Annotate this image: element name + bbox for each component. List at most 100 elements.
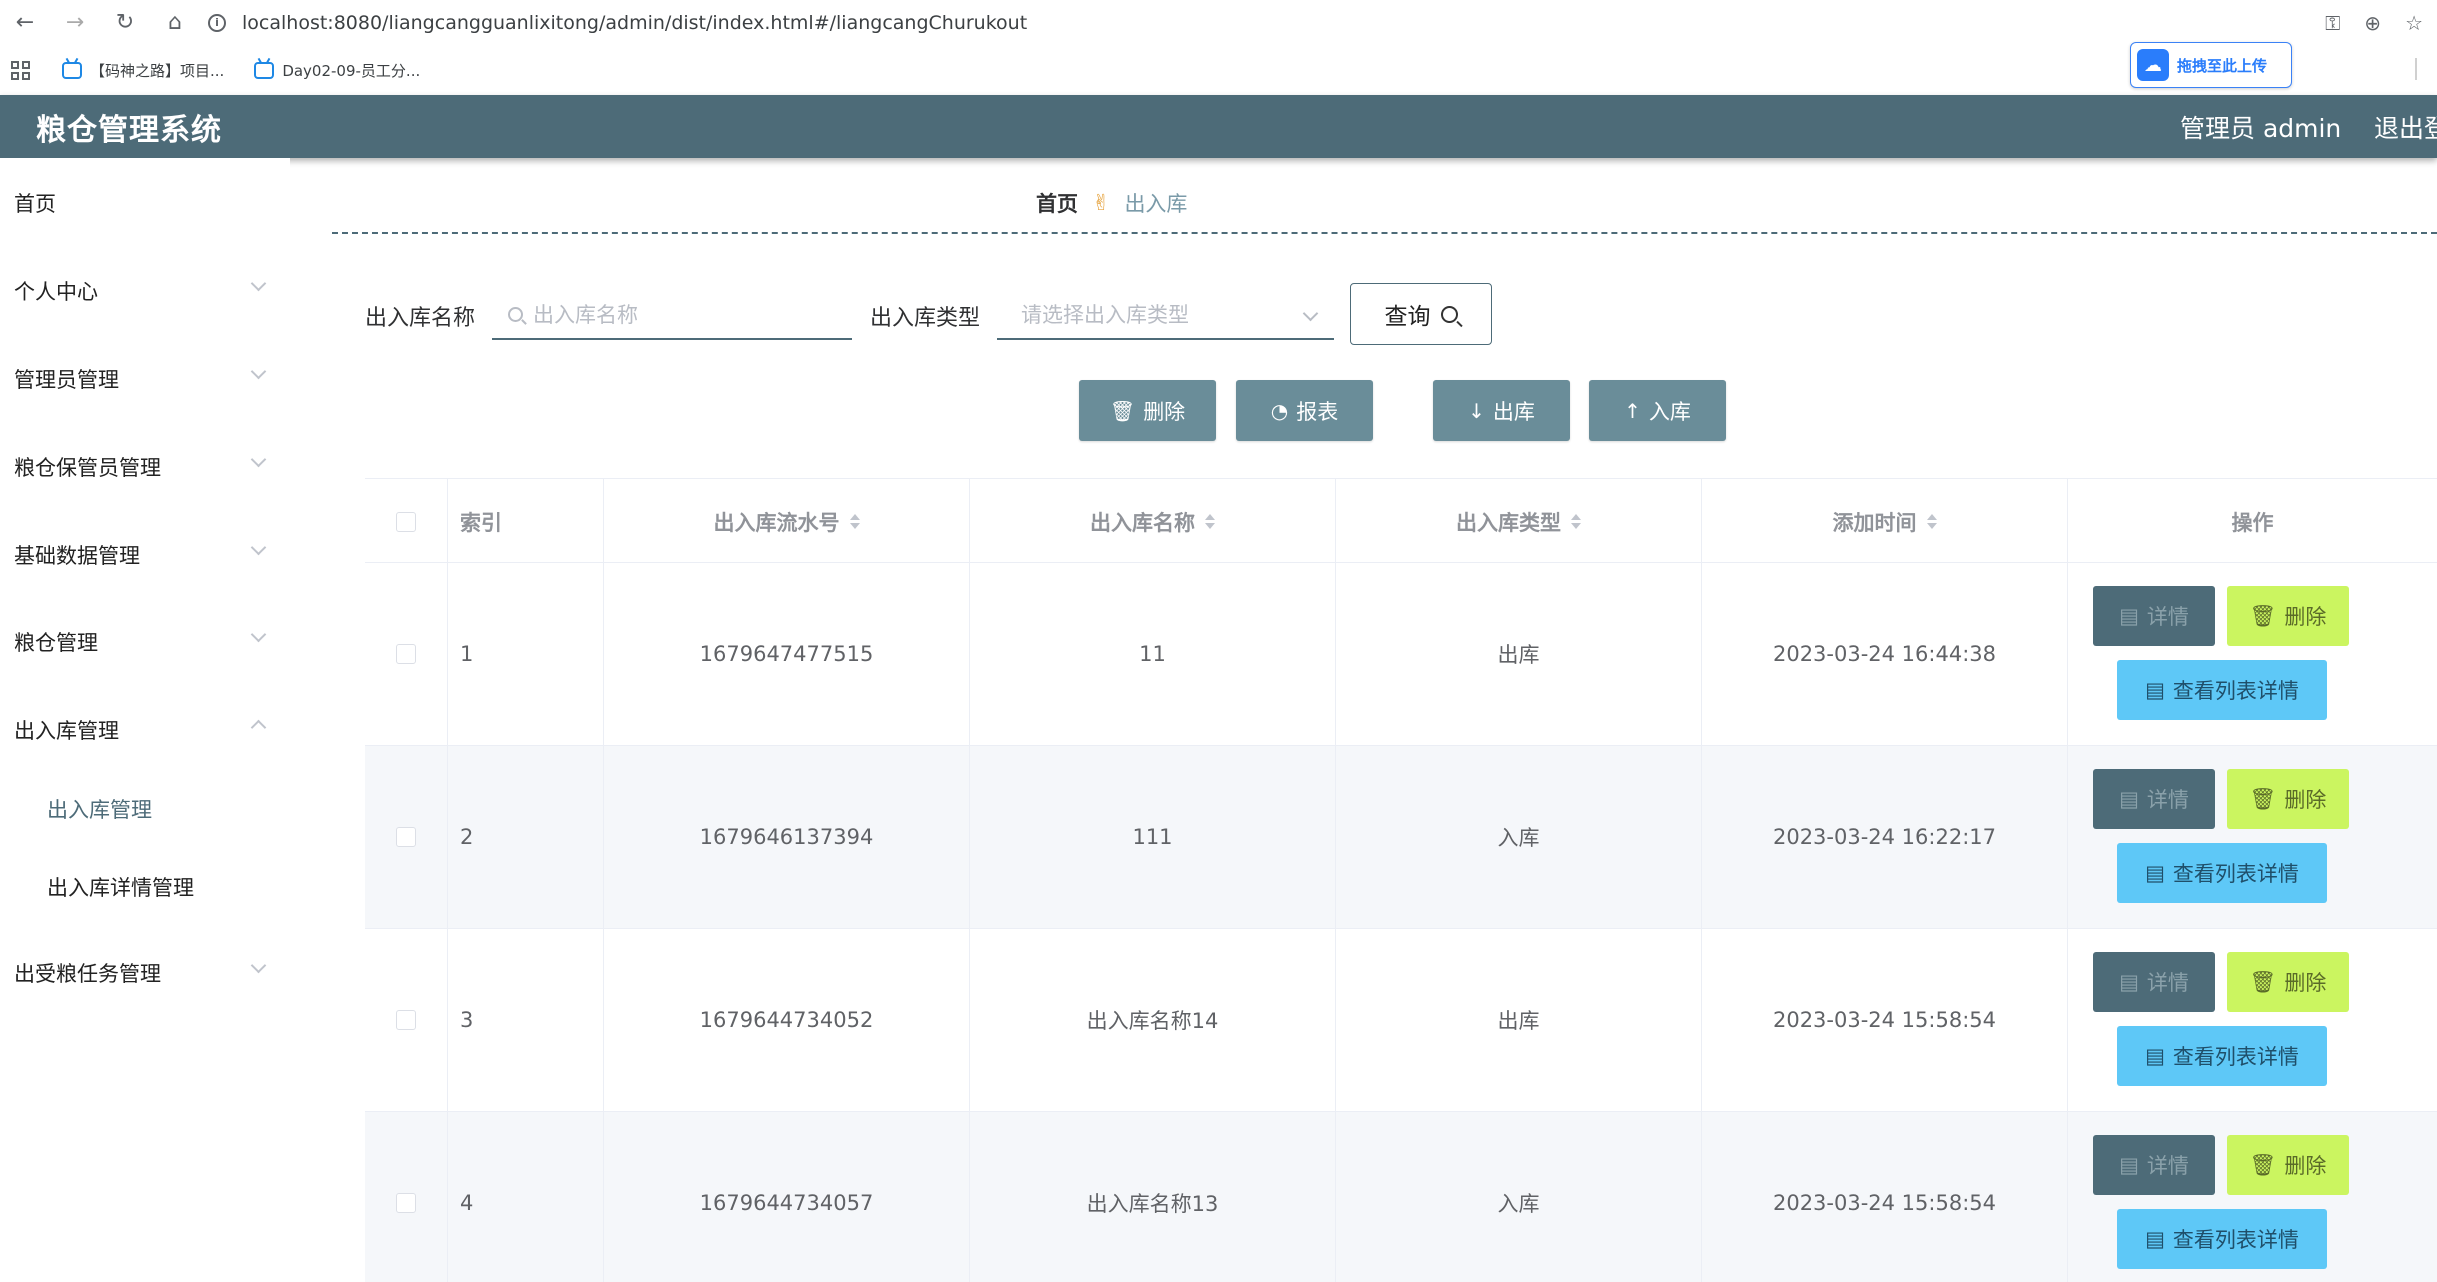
column-header[interactable]: 添加时间 [1701,479,2067,564]
cell-name: 出入库名称13 [969,1112,1335,1282]
query-label: 查询 [1384,304,1431,330]
cell-time: 2023-03-24 15:58:54 [1701,1112,2067,1282]
site-info-icon[interactable]: i [208,13,226,32]
trash-icon: 🗑 [2249,603,2277,628]
sort-icon[interactable] [849,514,860,529]
row-delete-button[interactable]: 🗑 删除 [2227,1135,2349,1195]
sidebar-item-basic-data[interactable]: 基础数据管理 [14,540,140,570]
chevron-up-icon [250,719,267,736]
button-label: 删除 [2284,971,2327,995]
stock-in-button[interactable]: ↑ 入库 [1589,380,1726,441]
chevron-down-icon [250,275,267,292]
chevron-down-icon [1302,305,1319,322]
detail-button[interactable]: ▤ 详情 [2093,952,2215,1012]
admin-label: 管理员 admin [2180,113,2342,143]
report-button[interactable]: ◔ 报表 [1236,380,1373,441]
row-select[interactable] [365,563,447,745]
sidebar-subitem-inout-detail[interactable]: 出入库详情管理 [47,872,194,902]
type-select[interactable]: 请选择出入库类型 [997,290,1334,340]
reload-icon[interactable]: ↻ [100,0,150,45]
sidebar-item-grain-task[interactable]: 出受粮任务管理 [14,958,161,988]
pie-chart-icon: ◔ [1270,398,1289,423]
batch-delete-button[interactable]: 🗑 删除 [1079,380,1216,441]
query-button[interactable]: 查询 [1350,283,1492,345]
bookmark-item[interactable]: 【码神之路】项目... [62,60,224,81]
cloud-upload-icon: ☁ [2137,49,2169,81]
checkbox[interactable] [396,827,416,847]
app-header: 粮仓管理系统 管理员 admin 退出登录 [0,95,2437,158]
list-detail-button[interactable]: ▤ 查看列表详情 [2117,660,2327,720]
type-placeholder: 请选择出入库类型 [1021,303,1189,327]
chevron-down-icon [250,451,267,468]
document-icon: ▤ [2145,678,2165,702]
sidebar-item-personal-center[interactable]: 个人中心 [14,276,98,306]
button-label: 查看列表详情 [2172,862,2299,886]
bookmark-item[interactable]: Day02-09-员工分... [254,60,420,81]
drag-upload-button[interactable]: ☁ 拖拽至此上传 [2130,42,2292,88]
password-key-icon[interactable]: ⚿ [2325,11,2340,35]
name-placeholder: 出入库名称 [533,303,638,327]
column-header[interactable]: 出入库名称 [969,479,1335,564]
sidebar-item-granary-mgmt[interactable]: 粮仓管理 [14,627,98,657]
checkbox[interactable] [396,644,416,664]
back-icon[interactable]: ← [0,0,50,45]
sidebar-item-home[interactable]: 首页 [14,188,56,218]
zoom-icon[interactable]: ⊕ [2364,11,2381,35]
home-icon[interactable]: ⌂ [150,0,200,45]
bookmark-star-icon[interactable]: ☆ [2405,11,2423,35]
cell-time: 2023-03-24 16:22:17 [1701,746,2067,928]
sidebar-item-keeper-mgmt[interactable]: 粮仓保管员管理 [14,452,161,482]
bookmark-label: 【码神之路】项目... [90,61,225,80]
upload-label: 拖拽至此上传 [2177,56,2268,75]
logout-link[interactable]: 退出登录 [2374,109,2437,145]
cell-index: 1 [447,563,603,745]
header-select-all[interactable] [365,479,447,564]
hand-icon: ✌ [1092,190,1111,216]
divider [332,232,2437,234]
sort-icon[interactable] [1571,514,1581,529]
button-label: 出库 [1492,399,1535,424]
search-icon [1440,305,1458,323]
cell-name: 11 [969,563,1335,745]
sidebar-item-inout-mgmt[interactable]: 出入库管理 [14,715,119,745]
checkbox[interactable] [396,511,416,532]
column-header[interactable]: 出入库流水号 [603,479,969,564]
detail-button[interactable]: ▤ 详情 [2093,586,2215,646]
sort-icon[interactable] [1926,514,1937,529]
button-label: 查看列表详情 [2172,1228,2299,1252]
apps-grid-icon[interactable] [4,54,36,86]
button-label: 查看列表详情 [2172,1045,2299,1069]
sort-icon[interactable] [1205,514,1215,529]
list-detail-button[interactable]: ▤ 查看列表详情 [2117,1209,2327,1269]
list-detail-button[interactable]: ▤ 查看列表详情 [2117,1026,2327,1086]
breadcrumb: 首页 ✌ 出入库 [1036,188,1187,218]
row-select[interactable] [365,929,447,1111]
bilibili-icon [62,61,82,79]
detail-button[interactable]: ▤ 详情 [2093,769,2215,829]
row-select[interactable] [365,746,447,928]
checkbox[interactable] [396,1193,416,1213]
detail-button[interactable]: ▤ 详情 [2093,1135,2215,1195]
row-delete-button[interactable]: 🗑 删除 [2227,952,2349,1012]
checkbox[interactable] [396,1010,416,1030]
chevron-down-icon [250,363,267,380]
name-label: 出入库名称 [365,306,476,331]
button-label: 入库 [1648,399,1691,424]
column-header: 索引 [447,479,603,564]
browser-address-bar: ← → ↻ ⌂ i localhost:8080/liangcangguanli… [0,0,2437,45]
sidebar-item-admin-mgmt[interactable]: 管理员管理 [14,364,119,394]
breadcrumb-home[interactable]: 首页 [1036,188,1078,218]
bookmark-label: Day02-09-员工分... [282,61,421,80]
column-header[interactable]: 出入库类型 [1335,479,1701,564]
row-delete-button[interactable]: 🗑 删除 [2227,586,2349,646]
table-row: 1 1679647477515 11 出库 2023-03-24 16:44:3… [365,563,2437,746]
header-label: 操作 [2231,510,2274,535]
name-search-input[interactable]: 出入库名称 [492,290,852,340]
url-field[interactable]: i localhost:8080/liangcangguanlixitong/a… [208,4,1027,42]
forward-icon[interactable]: → [50,0,100,45]
row-delete-button[interactable]: 🗑 删除 [2227,769,2349,829]
sidebar-subitem-inout[interactable]: 出入库管理 [47,794,152,824]
row-select[interactable] [365,1112,447,1282]
list-detail-button[interactable]: ▤ 查看列表详情 [2117,843,2327,903]
stock-out-button[interactable]: ↓ 出库 [1433,380,1570,441]
